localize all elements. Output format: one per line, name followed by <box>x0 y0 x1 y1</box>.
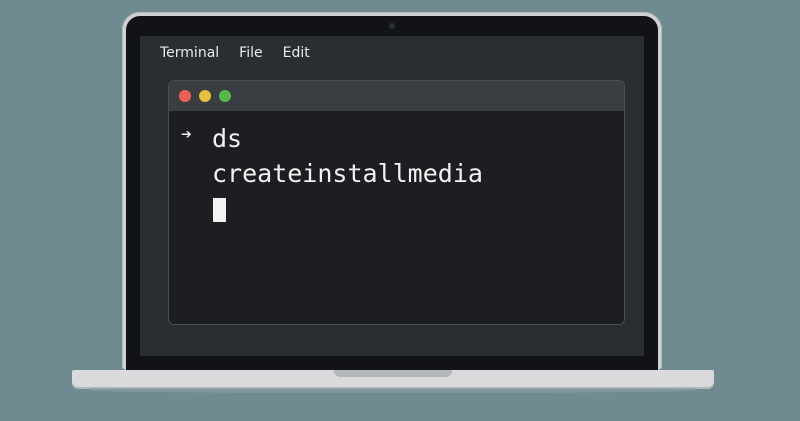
menu-item-file[interactable]: File <box>239 45 262 61</box>
camera-icon <box>389 23 395 29</box>
desktop-screen: Terminal File Edit ➔ ds createinstallmed… <box>140 36 644 356</box>
screen-bezel: Terminal File Edit ➔ ds createinstallmed… <box>126 16 658 370</box>
menu-item-terminal[interactable]: Terminal <box>160 45 219 61</box>
text-cursor <box>213 198 226 222</box>
minimize-button[interactable] <box>199 90 211 102</box>
menu-bar: Terminal File Edit <box>140 36 644 70</box>
laptop-scene: Terminal File Edit ➔ ds createinstallmed… <box>0 0 800 421</box>
command-text-line-1: ds <box>212 124 243 153</box>
terminal-window[interactable]: ➔ ds createinstallmedia <box>168 80 625 325</box>
zoom-button[interactable] <box>219 90 231 102</box>
laptop-base <box>72 370 714 387</box>
terminal-output[interactable]: ➔ ds createinstallmedia <box>169 111 624 324</box>
close-button[interactable] <box>179 90 191 102</box>
prompt-arrow-icon: ➔ <box>181 124 192 145</box>
laptop-lid: Terminal File Edit ➔ ds createinstallmed… <box>122 12 662 370</box>
menu-item-edit[interactable]: Edit <box>283 45 310 61</box>
trackpad-notch <box>334 370 452 377</box>
laptop-shadow <box>90 388 696 393</box>
command-text-line-2: createinstallmedia <box>212 159 483 188</box>
terminal-titlebar[interactable] <box>169 81 624 111</box>
